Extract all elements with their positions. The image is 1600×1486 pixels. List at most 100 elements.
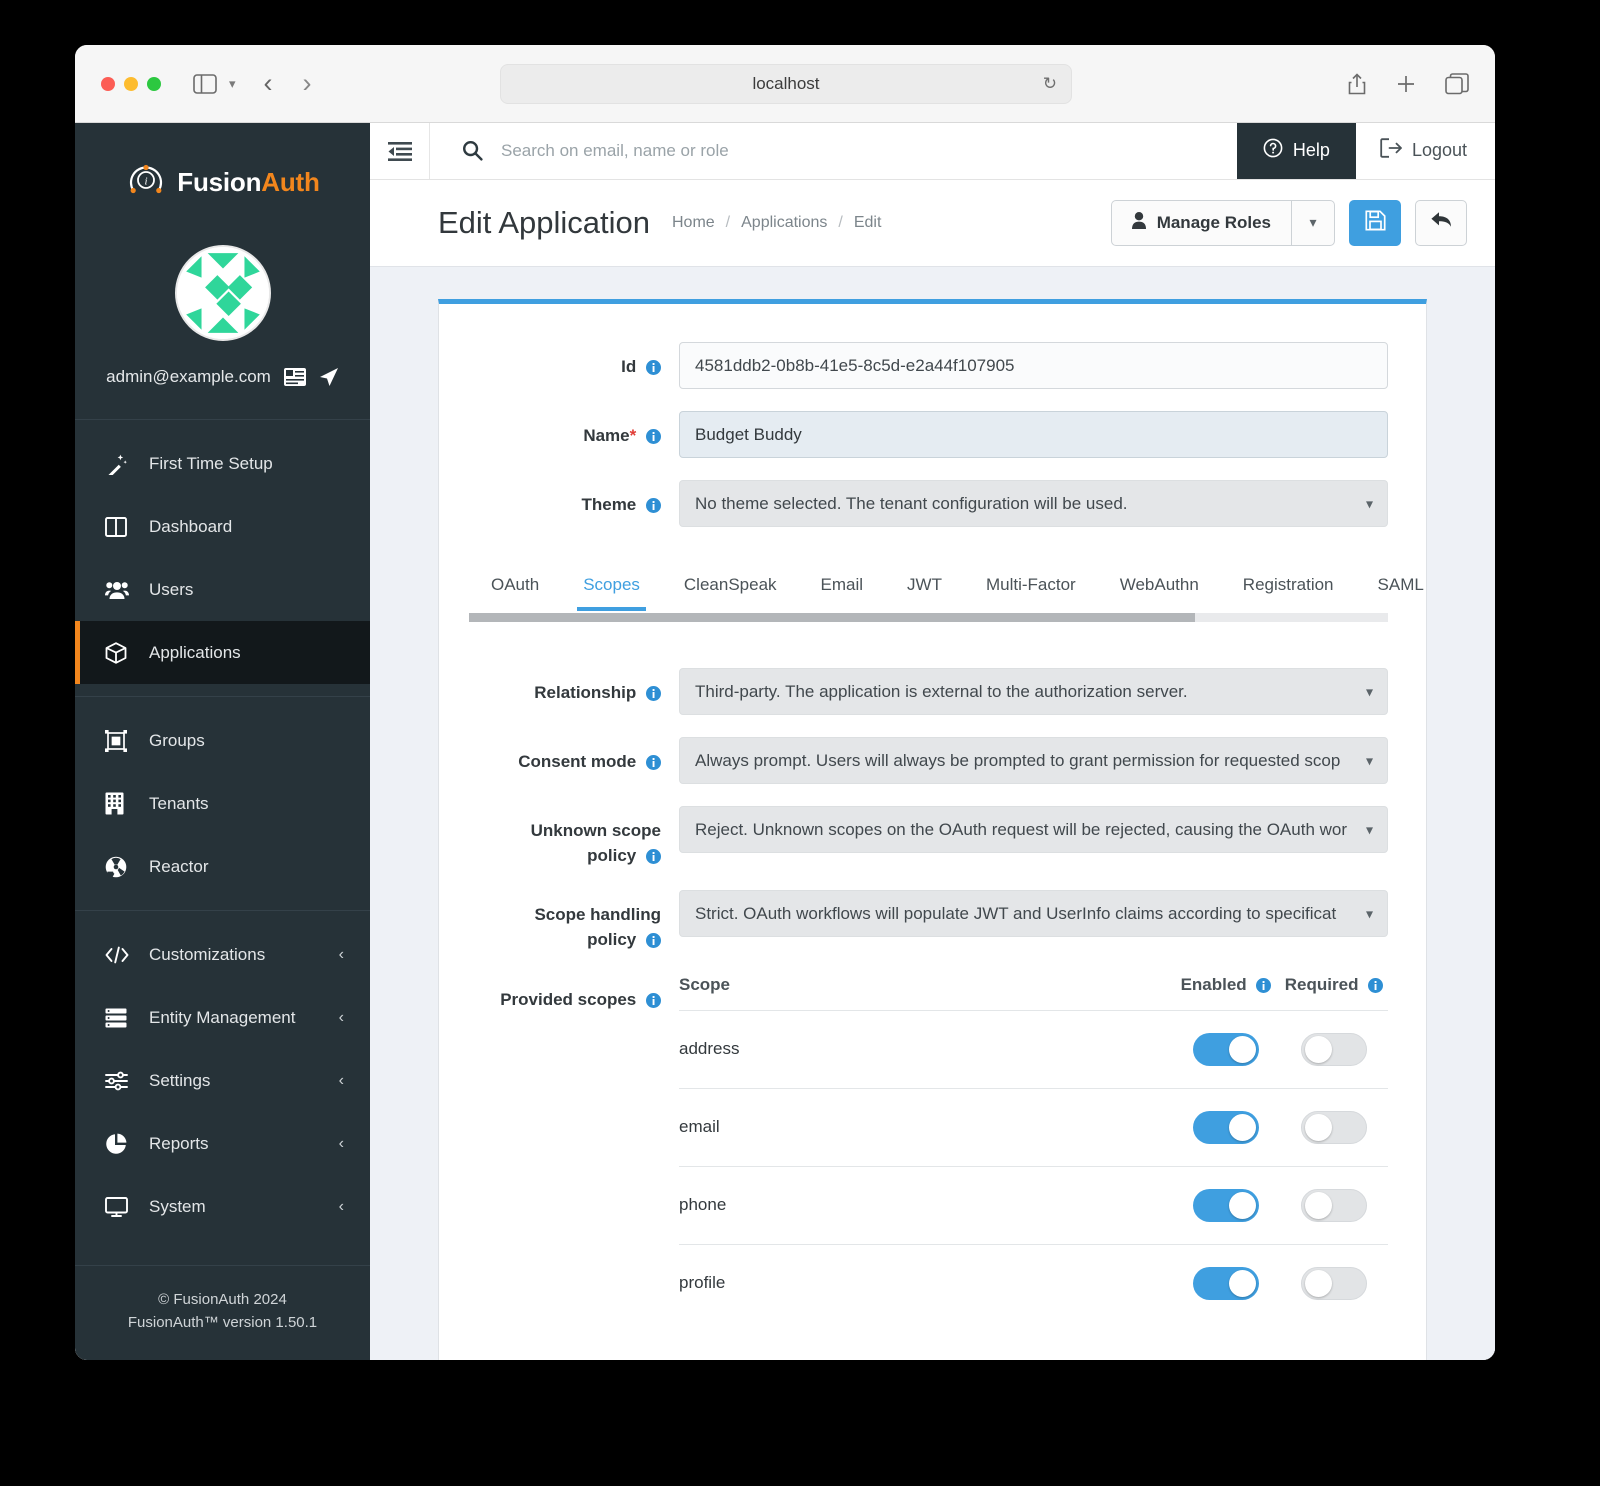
- brand-logo-area[interactable]: i FusionAuth: [75, 123, 370, 241]
- tab-registration[interactable]: Registration: [1221, 565, 1356, 611]
- tab-jwt[interactable]: JWT: [885, 565, 964, 611]
- id-field[interactable]: 4581ddb2-0b8b-41e5-8c5d-e2a44f107905: [679, 342, 1388, 390]
- info-icon[interactable]: [1256, 977, 1272, 993]
- info-icon[interactable]: [646, 498, 661, 514]
- plus-icon[interactable]: [1395, 73, 1417, 95]
- logout-button[interactable]: Logout: [1356, 123, 1495, 179]
- sidebar-toggle-icon[interactable]: [193, 73, 217, 94]
- info-icon[interactable]: [646, 429, 661, 445]
- search-input[interactable]: [501, 140, 1237, 161]
- close-window-button[interactable]: [101, 76, 115, 91]
- tabs-horizontal-scrollbar[interactable]: [469, 613, 1388, 623]
- required-toggle[interactable]: [1301, 1188, 1367, 1222]
- relationship-select[interactable]: Third-party. The application is external…: [679, 668, 1388, 716]
- chevron-left-icon: ‹: [338, 1197, 344, 1215]
- info-icon[interactable]: [646, 755, 661, 771]
- table-row: profile: [679, 1244, 1388, 1322]
- info-icon[interactable]: [646, 360, 661, 376]
- name-field[interactable]: Budget Buddy: [679, 411, 1388, 459]
- brand-name-part1: Fusion: [177, 166, 262, 197]
- breadcrumb-item-applications[interactable]: Applications: [741, 214, 827, 232]
- scope-handling-policy-select[interactable]: Strict. OAuth workflows will populate JW…: [679, 890, 1388, 938]
- sidebar-item-system[interactable]: System ‹: [75, 1175, 370, 1238]
- back-button[interactable]: ‹: [264, 68, 273, 99]
- tab-cleanspeak[interactable]: CleanSpeak: [662, 565, 799, 611]
- tabs-overview-icon[interactable]: [1445, 72, 1469, 95]
- tab-scopes[interactable]: Scopes: [561, 565, 662, 612]
- sidebar-item-reports[interactable]: Reports ‹: [75, 1112, 370, 1175]
- tab-multi-factor[interactable]: Multi-Factor: [964, 565, 1098, 611]
- send-icon[interactable]: [319, 367, 339, 387]
- tab-saml[interactable]: SAML: [1356, 565, 1446, 611]
- relationship-label-text: Relationship: [534, 683, 637, 703]
- share-icon[interactable]: [1347, 72, 1367, 96]
- window-controls[interactable]: [101, 76, 161, 91]
- consent-mode-control: Always prompt. Users will always be prom…: [679, 737, 1388, 785]
- chevron-left-icon: ‹: [338, 1008, 344, 1026]
- info-icon[interactable]: [646, 992, 661, 1008]
- manage-roles-button[interactable]: Manage Roles: [1110, 199, 1291, 246]
- chevron-down-icon[interactable]: ▾: [229, 76, 236, 92]
- required-toggle[interactable]: [1301, 1032, 1367, 1066]
- sidebar-item-dashboard[interactable]: Dashboard: [75, 495, 370, 558]
- tab-webauthn[interactable]: WebAuthn: [1098, 565, 1221, 611]
- enabled-toggle[interactable]: [1193, 1110, 1259, 1144]
- chevron-left-icon: ‹: [338, 1134, 344, 1152]
- tabs-container: OAuth Scopes CleanSpeak Email JWT Multi-Facto…: [469, 565, 1424, 623]
- id-card-icon[interactable]: [283, 368, 306, 386]
- consent-mode-select[interactable]: Always prompt. Users will always be prom…: [679, 737, 1388, 785]
- sidebar-nav: First Time Setup Dashboard Users Applicatio…: [75, 420, 370, 1238]
- sidebar-item-customizations[interactable]: Customizations ‹: [75, 923, 370, 986]
- maximize-window-button[interactable]: [147, 76, 161, 91]
- sidebar-item-tenants[interactable]: Tenants: [75, 772, 370, 835]
- sidebar-item-label: Reports: [149, 1133, 209, 1153]
- scope-handling-policy-control: Strict. OAuth workflows will populate JW…: [679, 890, 1388, 938]
- info-icon[interactable]: [1368, 977, 1384, 993]
- required-toggle[interactable]: [1301, 1266, 1367, 1300]
- help-button[interactable]: Help: [1236, 123, 1356, 179]
- sidebar-item-reactor[interactable]: Reactor: [75, 835, 370, 898]
- page-header: Edit Application Home / Applications / Edit …: [370, 179, 1495, 268]
- server-icon: [105, 1008, 131, 1028]
- column-scope: Scope: [679, 974, 1172, 1011]
- undo-button[interactable]: [1415, 199, 1467, 246]
- sidebar-item-label: Tenants: [149, 793, 209, 813]
- sidebar-item-settings[interactable]: Settings ‹: [75, 1049, 370, 1112]
- minimize-window-button[interactable]: [124, 76, 138, 91]
- address-bar[interactable]: localhost ↻: [500, 64, 1072, 104]
- pie-chart-icon: [105, 1133, 131, 1155]
- page-title: Edit Application: [438, 204, 650, 240]
- scope-name-cell: profile: [679, 1273, 726, 1293]
- chevron-down-icon[interactable]: ▾: [1291, 199, 1335, 246]
- enabled-toggle[interactable]: [1193, 1266, 1259, 1300]
- reload-icon[interactable]: ↻: [1043, 74, 1057, 94]
- theme-select[interactable]: No theme selected. The tenant configurat…: [679, 480, 1388, 528]
- tab-email[interactable]: Email: [799, 565, 886, 611]
- info-icon[interactable]: [646, 933, 661, 948]
- sidebar-item-users[interactable]: Users: [75, 558, 370, 621]
- content-scroll-area[interactable]: Id 4581ddb2-0b8b-41e5-8c5d-e2a44f107905: [370, 267, 1495, 1360]
- breadcrumb-item-home[interactable]: Home: [672, 214, 715, 232]
- enabled-toggle[interactable]: [1193, 1032, 1259, 1066]
- tab-oauth[interactable]: OAuth: [469, 565, 561, 611]
- unknown-scope-policy-select[interactable]: Reject. Unknown scopes on the OAuth requ…: [679, 806, 1388, 854]
- url-text: localhost: [752, 74, 820, 93]
- sidebar-item-applications[interactable]: Applications: [75, 621, 370, 684]
- id-label: Id: [439, 342, 679, 380]
- scrollbar-thumb[interactable]: [469, 613, 1195, 623]
- info-icon[interactable]: [646, 848, 661, 864]
- sidebar-item-label: Entity Management: [149, 1007, 296, 1027]
- sidebar-item-groups[interactable]: Groups: [75, 709, 370, 772]
- info-icon[interactable]: [646, 686, 661, 702]
- sidebar-item-first-time-setup[interactable]: First Time Setup: [75, 432, 370, 495]
- sidebar-divider: [75, 696, 370, 697]
- required-toggle[interactable]: [1301, 1110, 1367, 1144]
- collapse-menu-icon[interactable]: [370, 123, 430, 179]
- search-bar[interactable]: [430, 123, 1237, 179]
- save-button[interactable]: [1349, 199, 1401, 246]
- enabled-toggle[interactable]: [1193, 1188, 1259, 1222]
- avatar[interactable]: [174, 245, 271, 341]
- sidebar-item-entity-management[interactable]: Entity Management ‹: [75, 986, 370, 1049]
- scopes-panel: Relationship Third-party. The applicatio…: [439, 668, 1426, 1360]
- forward-button[interactable]: ›: [303, 68, 312, 99]
